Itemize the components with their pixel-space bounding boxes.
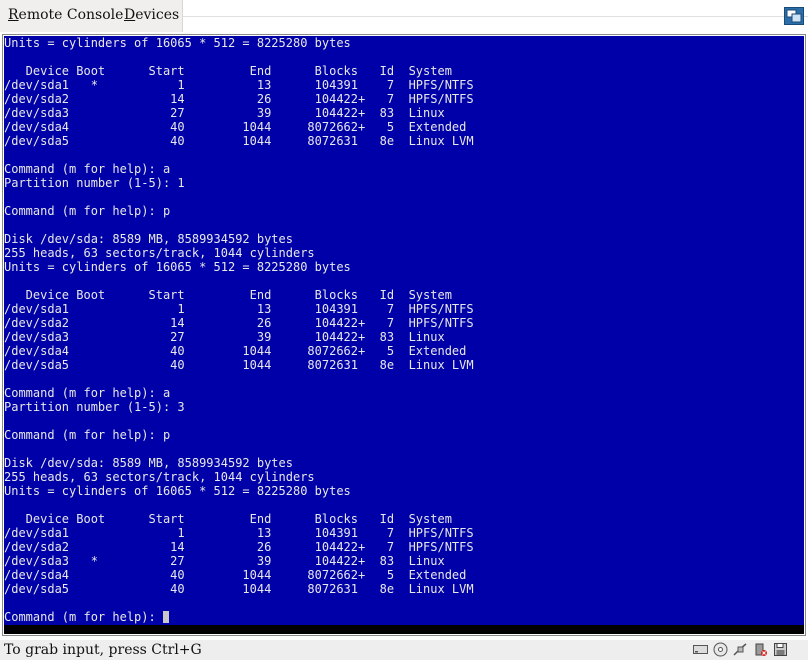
terminal-line: /dev/sda4 40 1044 8072662+ 5 Extended [4,120,467,134]
terminal-line: Command (m for help): p [4,428,171,442]
terminal-line: Units = cylinders of 16065 * 512 = 82252… [4,260,351,274]
hard-disk-icon[interactable] [693,642,708,657]
usb-icon[interactable] [753,642,768,657]
terminal-line: 255 heads, 63 sectors/track, 1044 cylind… [4,470,315,484]
fullscreen-icon[interactable] [784,7,804,25]
terminal-line: /dev/sda4 40 1044 8072662+ 5 Extended [4,568,467,582]
menu-remote-console-label: emote Console [18,7,124,23]
terminal-line: /dev/sda5 40 1044 8072631 8e Linux LVM [4,134,474,148]
menu-devices[interactable]: Devices [124,7,179,23]
menu-remote-console[interactable]: Remote Console [8,7,123,23]
terminal-line: Device Boot Start End Blocks Id System [4,64,452,78]
menu-devices-label: evices [135,7,180,23]
terminal-line: Units = cylinders of 16065 * 512 = 82252… [4,484,351,498]
terminal-line: Command (m for help): a [4,162,171,176]
terminal-output: Units = cylinders of 16065 * 512 = 82252… [4,36,474,624]
menu-bar: Remote Console Devices [0,0,808,32]
terminal-cursor [162,611,169,623]
terminal-line: Units = cylinders of 16065 * 512 = 82252… [4,36,351,50]
cdrom-icon[interactable] [713,642,728,657]
terminal-line: 255 heads, 63 sectors/track, 1044 cylind… [4,246,315,260]
status-bar: To grab input, press Ctrl+G [0,640,808,660]
terminal-line: /dev/sda1 1 13 104391 7 HPFS/NTFS [4,526,474,540]
terminal-line: Device Boot Start End Blocks Id System [4,288,452,302]
terminal-line: Partition number (1-5): 1 [4,176,185,190]
remote-console-screen[interactable]: Units = cylinders of 16065 * 512 = 82252… [4,36,804,625]
floppy-icon[interactable] [773,642,788,657]
network-icon[interactable] [733,642,748,657]
console-bottom-border [4,625,804,634]
terminal-line: Disk /dev/sda: 8589 MB, 8589934592 bytes [4,232,293,246]
terminal-line: /dev/sda5 40 1044 8072631 8e Linux LVM [4,358,474,372]
terminal-line: Command (m for help): p [4,204,171,218]
terminal-line: /dev/sda5 40 1044 8072631 8e Linux LVM [4,582,474,596]
menu-remote-console-accel: R [8,7,19,23]
terminal-line: /dev/sda2 14 26 104422+ 7 HPFS/NTFS [4,316,474,330]
terminal-line: /dev/sda2 14 26 104422+ 7 HPFS/NTFS [4,540,474,554]
terminal-line: /dev/sda3 * 27 39 104422+ 83 Linux [4,554,445,568]
device-icons [693,642,788,658]
menu-bar-spacer [183,0,808,17]
terminal-line: /dev/sda1 * 1 13 104391 7 HPFS/NTFS [4,78,474,92]
terminal-line: /dev/sda3 27 39 104422+ 83 Linux [4,106,445,120]
terminal-line: /dev/sda4 40 1044 8072662+ 5 Extended [4,344,467,358]
terminal-line: /dev/sda2 14 26 104422+ 7 HPFS/NTFS [4,92,474,106]
menu-devices-accel: D [124,7,136,23]
terminal-line: Command (m for help): a [4,386,171,400]
status-message: To grab input, press Ctrl+G [4,642,202,658]
terminal-line: Disk /dev/sda: 8589 MB, 8589934592 bytes [4,456,293,470]
menu-bar-items: Remote Console Devices [0,0,183,32]
terminal-line: /dev/sda3 27 39 104422+ 83 Linux [4,330,445,344]
terminal-line: Partition number (1-5): 3 [4,400,185,414]
terminal-line: Device Boot Start End Blocks Id System [4,512,452,526]
terminal-line: Command (m for help): [4,610,474,624]
terminal-line: /dev/sda1 1 13 104391 7 HPFS/NTFS [4,302,474,316]
